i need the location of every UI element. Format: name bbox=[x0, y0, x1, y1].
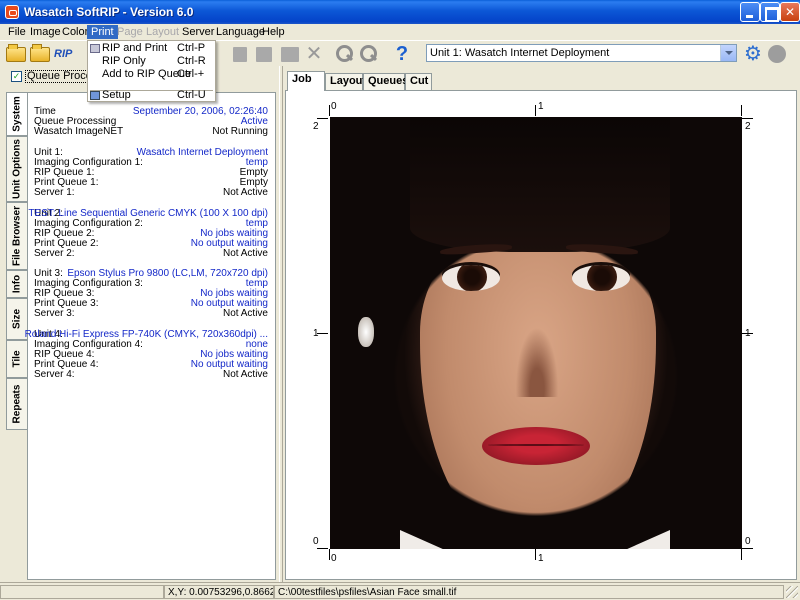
tab-cut[interactable]: Cut bbox=[405, 73, 432, 90]
info-row: Wasatch ImageNET Not Running bbox=[34, 126, 268, 137]
ruler-top: 0 1 bbox=[329, 101, 743, 116]
ruler-label: 1 bbox=[313, 328, 319, 339]
portrait-eye-right bbox=[572, 265, 630, 291]
menu-setup[interactable]: Setup Ctrl-U bbox=[88, 89, 215, 102]
close-button[interactable]: ✕ bbox=[780, 2, 800, 22]
tab-label: Size bbox=[11, 308, 23, 330]
panel-splitter[interactable] bbox=[279, 66, 283, 582]
copy-icon[interactable] bbox=[256, 47, 272, 62]
help-icon[interactable]: ? bbox=[392, 44, 412, 64]
portrait-eye-left bbox=[442, 265, 500, 291]
info-key: Server 1: bbox=[34, 187, 75, 198]
info-row: Server 3: Not Active bbox=[34, 308, 268, 319]
page-icon[interactable] bbox=[233, 47, 247, 62]
maximize-button[interactable] bbox=[760, 2, 780, 22]
status-file-path: C:\00testfiles\psfiles\Asian Face small.… bbox=[274, 585, 784, 599]
zoom-in-icon[interactable] bbox=[334, 44, 354, 64]
ruler-label: 0 bbox=[331, 101, 337, 112]
menu-rip-and-print[interactable]: RIP and Print Ctrl-P bbox=[88, 42, 215, 55]
tab-layout[interactable]: Layout bbox=[325, 73, 366, 90]
ruler-label: 1 bbox=[745, 328, 751, 339]
portrait-nose bbox=[512, 317, 562, 397]
info-value: Not Running bbox=[212, 126, 268, 137]
ruler-label: 0 bbox=[331, 553, 337, 564]
info-value: Not Active bbox=[222, 187, 268, 198]
tab-label: Info bbox=[11, 274, 23, 294]
info-value: Not Active bbox=[222, 248, 268, 259]
portrait-bangs bbox=[410, 117, 670, 252]
tab-info[interactable]: Info bbox=[6, 270, 27, 298]
portrait-earring bbox=[358, 317, 374, 347]
info-row: Server 4: Not Active bbox=[34, 369, 268, 380]
menu-item-shortcut: Ctrl-U bbox=[177, 89, 206, 101]
menu-help[interactable]: Help bbox=[258, 25, 289, 39]
info-row: Server 2: Not Active bbox=[34, 248, 268, 259]
open-queue-folder-icon[interactable] bbox=[30, 44, 50, 62]
tab-job[interactable]: Job bbox=[287, 71, 325, 91]
tab-label: Tile bbox=[11, 350, 23, 368]
ruler-label: 2 bbox=[313, 121, 319, 132]
delete-icon[interactable]: ✕ bbox=[304, 44, 324, 64]
ruler-bottom: 0 1 bbox=[329, 549, 743, 564]
status-bar: X,Y: 0.00753296,0.86629 C:\00testfiles\p… bbox=[0, 582, 800, 600]
menu-rip-only[interactable]: RIP Only Ctrl-R bbox=[88, 55, 215, 68]
info-row: Server 1: Not Active bbox=[34, 187, 268, 198]
info-key: Server 4: bbox=[34, 369, 75, 380]
unit-select-value: Unit 1: Wasatch Internet Deployment bbox=[430, 47, 610, 59]
info-key: Server 3: bbox=[34, 308, 75, 319]
ruler-label: 1 bbox=[538, 101, 544, 112]
tab-label: Unit Options bbox=[11, 139, 23, 199]
status-empty bbox=[0, 585, 164, 599]
gear-icon[interactable]: ⚙ bbox=[743, 44, 763, 64]
tab-unit-options[interactable]: Unit Options bbox=[6, 136, 27, 202]
tab-label: System bbox=[11, 96, 23, 132]
stop-icon[interactable] bbox=[768, 45, 786, 63]
ruler-label: 2 bbox=[745, 121, 751, 132]
menu-item-shortcut: Ctrl-P bbox=[177, 42, 206, 54]
checkmark-icon[interactable]: ✓ bbox=[11, 71, 22, 82]
chevron-down-icon[interactable] bbox=[720, 45, 736, 61]
tab-tile[interactable]: Tile bbox=[6, 340, 27, 378]
resize-grip-icon[interactable] bbox=[786, 586, 798, 598]
menu-item-label: RIP Only bbox=[102, 55, 146, 67]
unit-select[interactable]: Unit 1: Wasatch Internet Deployment bbox=[426, 44, 737, 62]
portrait-lips bbox=[482, 427, 590, 465]
menu-bar: File Image Color Print Page Layout Serve… bbox=[0, 24, 800, 40]
paste-icon[interactable] bbox=[281, 47, 299, 62]
print-menu-dropdown: RIP and Print Ctrl-P RIP Only Ctrl-R Add… bbox=[87, 40, 216, 102]
tab-label: File Browser bbox=[11, 205, 23, 267]
rip-button[interactable]: RIP bbox=[54, 44, 74, 64]
ruler-label: 1 bbox=[538, 553, 544, 564]
tab-system[interactable]: System bbox=[6, 92, 27, 136]
app-icon[interactable] bbox=[5, 5, 19, 19]
tab-file-browser[interactable]: File Browser bbox=[6, 202, 27, 270]
menu-layout[interactable]: Layout bbox=[142, 25, 183, 39]
tab-label: Repeats bbox=[11, 384, 23, 424]
status-coords: X,Y: 0.00753296,0.86629 bbox=[164, 585, 274, 599]
info-value: Not Active bbox=[222, 369, 268, 380]
printer-icon bbox=[90, 44, 100, 53]
menu-add-to-rip-queue[interactable]: Add to RIP Queue Ctrl-+ bbox=[88, 68, 215, 81]
close-icon: ✕ bbox=[784, 5, 796, 19]
info-key: Server 2: bbox=[34, 248, 75, 259]
menu-item-label: RIP and Print bbox=[102, 42, 168, 54]
menu-item-shortcut: Ctrl-R bbox=[177, 55, 206, 67]
job-image-preview[interactable] bbox=[330, 117, 742, 549]
ruler-right: 2 1 0 bbox=[742, 118, 760, 549]
ruler-label: 0 bbox=[745, 536, 751, 547]
setup-icon bbox=[90, 91, 100, 100]
window-title: Wasatch SoftRIP - Version 6.0 bbox=[24, 5, 194, 19]
menu-item-label: Setup bbox=[102, 89, 131, 101]
ruler-left: 2 1 0 bbox=[311, 118, 328, 549]
minimize-button[interactable] bbox=[740, 2, 760, 22]
zoom-out-icon[interactable] bbox=[358, 44, 378, 64]
ruler-label: 0 bbox=[313, 536, 319, 547]
title-bar: Wasatch SoftRIP - Version 6.0 ✕ bbox=[0, 0, 800, 24]
tab-queues[interactable]: Queues bbox=[363, 73, 408, 90]
tab-repeats[interactable]: Repeats bbox=[6, 378, 27, 430]
info-key: Wasatch ImageNET bbox=[34, 126, 124, 137]
open-folder-icon[interactable] bbox=[6, 44, 26, 62]
menu-item-shortcut: Ctrl-+ bbox=[177, 68, 205, 80]
info-value: Not Active bbox=[222, 308, 268, 319]
